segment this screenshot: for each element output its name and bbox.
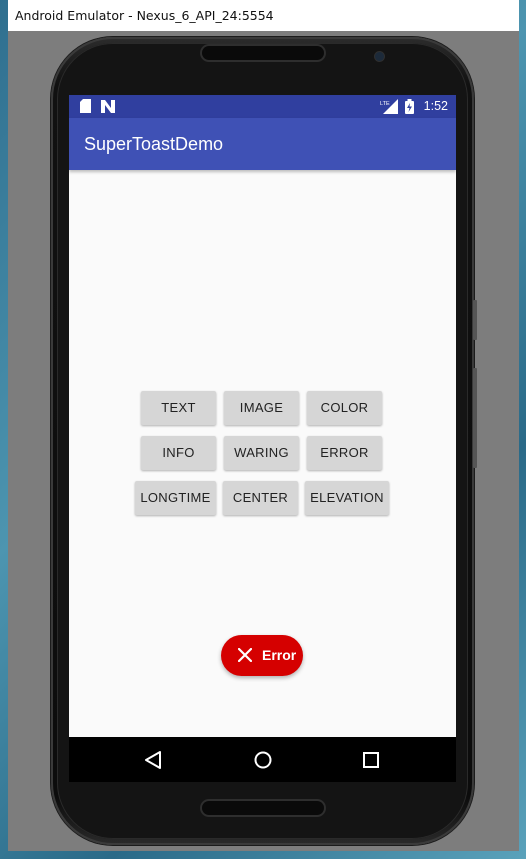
text-button[interactable]: TEXT <box>141 391 216 425</box>
android-n-icon <box>101 100 115 118</box>
back-icon[interactable] <box>144 750 162 775</box>
error-button[interactable]: ERROR <box>307 436 382 470</box>
app-title: SuperToastDemo <box>84 134 224 154</box>
navigation-bar <box>69 737 456 782</box>
image-button[interactable]: IMAGE <box>224 391 299 425</box>
lte-signal-icon: LTE <box>380 99 398 119</box>
window-title: Android Emulator - Nexus_6_API_24:5554 <box>15 8 274 23</box>
status-time: 1:52 <box>423 99 448 113</box>
power-button[interactable] <box>473 368 477 468</box>
elevation-button[interactable]: ELEVATION <box>305 481 389 515</box>
longtime-button[interactable]: LONGTIME <box>135 481 216 515</box>
color-button[interactable]: COLOR <box>307 391 382 425</box>
center-button[interactable]: CENTER <box>223 481 298 515</box>
app-toolbar: SuperToastDemo <box>69 118 456 170</box>
error-toast: Error <box>221 635 303 676</box>
window-titlebar[interactable]: Android Emulator - Nexus_6_API_24:5554 <box>8 0 519 31</box>
volume-button[interactable] <box>473 300 477 340</box>
waring-button[interactable]: WARING <box>224 436 299 470</box>
status-bar: LTE 1:52 <box>69 95 456 118</box>
sd-card-icon <box>80 99 91 118</box>
bottom-speaker <box>202 801 324 815</box>
recents-icon[interactable] <box>362 751 380 774</box>
front-camera <box>375 52 384 61</box>
home-icon[interactable] <box>253 750 273 775</box>
svg-text:LTE: LTE <box>380 101 390 107</box>
info-button[interactable]: INFO <box>141 436 216 470</box>
battery-charging-icon <box>405 99 414 119</box>
close-icon <box>237 647 253 667</box>
toast-label: Error <box>262 647 297 663</box>
device-screen: LTE 1:52 SuperToastDemo TEXT IMAGE COLOR… <box>69 95 456 737</box>
top-speaker <box>202 46 324 60</box>
